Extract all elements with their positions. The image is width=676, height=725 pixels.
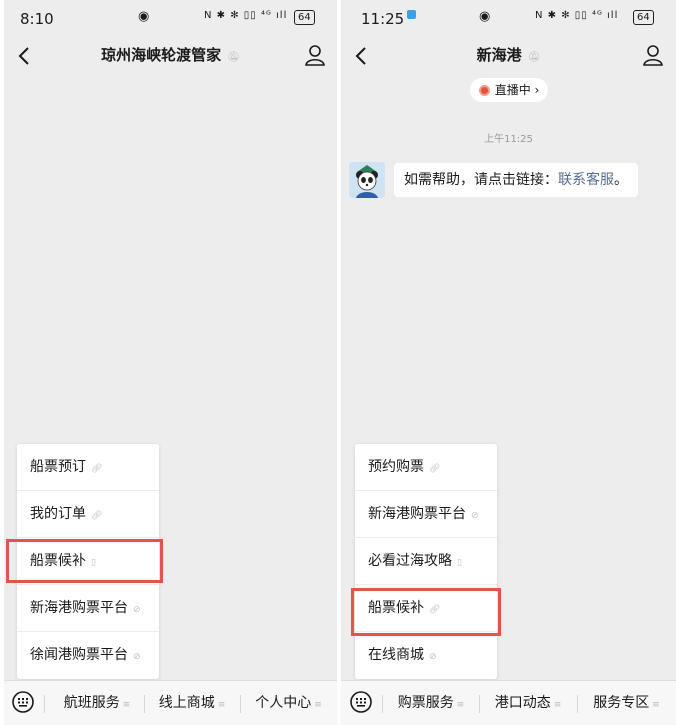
- menu-item-xinhai-port-platform[interactable]: 新海港购票平台 ⊘: [355, 491, 497, 538]
- menu-item-reserve-ticket[interactable]: 预约购票 🔗︎: [355, 444, 497, 491]
- highlight-box: [6, 539, 163, 583]
- right-screen: 11:25 ◉ N ✱ ✻ ▯▯ ⁴ᴳ ıll 64 新海港 🔕︎ 直播中 › 上…: [341, 0, 676, 725]
- message-bubble: 如需帮助，请点击链接：联系客服。: [394, 163, 638, 197]
- panda-avatar-icon: [349, 162, 385, 198]
- signal-icons: N ✱ ✻ ▯▯ ⁴ᴳ ıll: [204, 10, 288, 21]
- menu-item-online-mall[interactable]: 在线商城 ⊘: [355, 632, 497, 679]
- customer-service-link[interactable]: 联系客服: [558, 172, 614, 188]
- page-icon: ▯: [457, 558, 462, 568]
- highlight-box: [351, 588, 501, 636]
- menu-item-label: 新海港购票平台: [368, 506, 466, 522]
- chat-title: 新海港 🔕︎: [341, 44, 676, 65]
- signal-icons: N ✱ ✻ ▯▯ ⁴ᴳ ıll: [535, 10, 619, 21]
- menu-item-label: 新海港购票平台: [30, 600, 128, 616]
- chat-title: 琼州海峡轮渡管家 🔕︎: [4, 44, 337, 65]
- tab-online-mall[interactable]: 线上商城 ≡: [144, 681, 240, 725]
- battery-icon: 64: [633, 10, 654, 25]
- profile-icon[interactable]: [640, 42, 666, 68]
- menu-item-label: 徐闻港购票平台: [30, 647, 128, 663]
- menu-icon: ≡: [553, 700, 562, 710]
- tab-label: 服务专区: [593, 695, 650, 711]
- chat-header: 琼州海峡轮渡管家 🔕︎: [4, 36, 337, 76]
- live-button[interactable]: 直播中 ›: [470, 78, 548, 102]
- profile-icon[interactable]: [302, 42, 328, 68]
- tab-service-zone[interactable]: 服务专区 ≡: [577, 681, 676, 725]
- mute-icon: 🔕︎: [227, 52, 240, 63]
- menu-item-label: 船票预订: [30, 459, 86, 475]
- link-icon: 🔗︎: [91, 464, 103, 474]
- submenu-ticket-service: 预约购票 🔗︎ 新海港购票平台 ⊘ 必看过海攻略 ▯ 船票候补 🔗︎ 在线商城 ⊘: [355, 444, 497, 679]
- keyboard-icon[interactable]: [350, 691, 372, 713]
- status-time: 8:10: [20, 10, 54, 28]
- tab-separator: [44, 695, 45, 713]
- tab-ticket-service[interactable]: 购票服务 ≡: [383, 681, 479, 725]
- app-notification-icon: [407, 10, 416, 19]
- chat-title-text: 琼州海峡轮渡管家: [101, 46, 222, 64]
- message-timestamp: 上午11:25: [484, 134, 533, 145]
- status-time: 11:25: [361, 10, 405, 28]
- keyboard-icon[interactable]: [12, 691, 34, 713]
- tab-label: 个人中心: [255, 695, 312, 711]
- avatar[interactable]: [349, 162, 385, 198]
- menu-icon: ≡: [652, 700, 660, 710]
- menu-item-label: 我的订单: [30, 506, 86, 522]
- live-label: 直播中 ›: [494, 83, 540, 97]
- mute-icon: 🔕︎: [527, 52, 541, 63]
- chat-header: 新海港 🔕︎: [341, 36, 676, 76]
- status-bar: 11:25 ◉ N ✱ ✻ ▯▯ ⁴ᴳ ıll 64: [341, 0, 676, 36]
- bottom-menu-bar: 购票服务 ≡ 港口动态 ≡ 服务专区 ≡: [341, 680, 676, 725]
- menu-item-xuwen-port-platform[interactable]: 徐闻港购票平台 ⊘: [17, 632, 159, 679]
- menu-icon: ≡: [217, 700, 226, 710]
- tab-port-news[interactable]: 港口动态 ≡: [479, 681, 577, 725]
- tab-flight-service[interactable]: 航班服务 ≡: [50, 681, 144, 725]
- bottom-menu-bar: 航班服务 ≡ 线上商城 ≡ 个人中心 ≡: [4, 680, 337, 725]
- tab-label: 港口动态: [494, 695, 551, 711]
- menu-icon: ≡: [122, 700, 131, 710]
- menu-item-ticket-booking[interactable]: 船票预订 🔗︎: [17, 444, 159, 491]
- link-icon: 🔗︎: [429, 464, 441, 474]
- tab-label: 航班服务: [63, 695, 120, 711]
- miniprogram-icon: ⊘: [429, 652, 437, 662]
- menu-icon: ≡: [456, 700, 465, 710]
- menu-item-crossing-guide[interactable]: 必看过海攻略 ▯: [355, 538, 497, 585]
- tab-personal-center[interactable]: 个人中心 ≡: [240, 681, 337, 725]
- menu-item-my-orders[interactable]: 我的订单 🔗︎: [17, 491, 159, 538]
- live-dot-icon: [478, 85, 490, 96]
- menu-item-label: 必看过海攻略: [368, 553, 452, 569]
- miniprogram-icon: ⊘: [471, 511, 479, 521]
- left-screen: 8:10 ◉ N ✱ ✻ ▯▯ ⁴ᴳ ıll 64 琼州海峡轮渡管家 🔕︎ 船票预…: [4, 0, 337, 725]
- chat-title-text: 新海港: [476, 46, 522, 64]
- tab-label: 购票服务: [397, 695, 454, 711]
- miniprogram-icon: ⊘: [133, 652, 141, 662]
- miniprogram-icon: ⊘: [133, 605, 141, 615]
- status-bar: 8:10 ◉ N ✱ ✻ ▯▯ ⁴ᴳ ıll 64: [4, 0, 337, 36]
- tab-label: 线上商城: [158, 695, 215, 711]
- battery-icon: 64: [294, 10, 315, 25]
- message-text: 如需帮助，请点击链接：: [404, 172, 558, 188]
- message-end: 。: [614, 172, 628, 188]
- menu-item-xinhai-port-platform[interactable]: 新海港购票平台 ⊘: [17, 585, 159, 632]
- menu-item-label: 在线商城: [368, 647, 424, 663]
- eye-icon: ◉: [479, 9, 491, 24]
- menu-icon: ≡: [314, 700, 322, 710]
- eye-icon: ◉: [138, 9, 150, 24]
- menu-item-label: 预约购票: [368, 459, 424, 475]
- link-icon: 🔗︎: [91, 511, 103, 521]
